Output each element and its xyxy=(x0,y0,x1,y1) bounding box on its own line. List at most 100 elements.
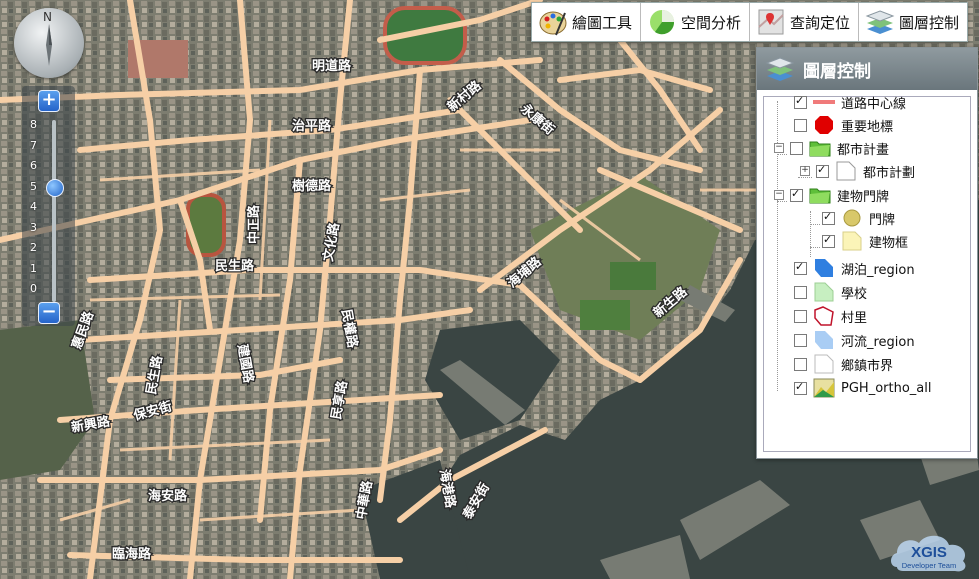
road-label: 民生路 xyxy=(215,258,255,274)
spatial-analysis-button[interactable]: 空間分析 xyxy=(641,3,751,41)
raster-icon xyxy=(813,378,835,398)
red-outline-polygon-icon xyxy=(814,306,834,326)
road-label: 明道路 xyxy=(312,58,352,74)
layer-row-lake-region[interactable]: 湖泊_region xyxy=(794,257,915,279)
analysis-icon xyxy=(650,10,675,35)
layer-checkbox[interactable] xyxy=(794,357,807,371)
query-locate-label: 查詢定位 xyxy=(790,13,851,32)
zoom-tick: 1 xyxy=(30,262,37,275)
zoom-tick: 2 xyxy=(30,241,37,254)
zoom-tick: 0 xyxy=(30,282,37,295)
layer-checkbox[interactable] xyxy=(794,309,807,323)
main-toolbar: 繪圖工具 空間分析 查詢定位 圖層控制 xyxy=(531,2,969,42)
layer-label: 門牌 xyxy=(869,212,896,228)
layer-row-building-outline[interactable]: 建物框 xyxy=(822,230,908,252)
road-label: 中正路 xyxy=(246,204,262,244)
folder-icon xyxy=(809,188,831,204)
locate-icon xyxy=(758,9,784,35)
layer-checkbox[interactable] xyxy=(816,163,829,178)
layer-control-button[interactable]: 圖層控制 xyxy=(859,3,967,41)
zoom-in-button[interactable]: + xyxy=(38,90,60,112)
green-polygon-icon xyxy=(814,282,834,302)
red-octagon-icon xyxy=(815,116,833,134)
layer-label: 建物框 xyxy=(869,235,909,251)
layer-label: 湖泊_region xyxy=(841,262,915,278)
layer-checkbox[interactable] xyxy=(794,380,807,395)
road-label: 海安路 xyxy=(148,488,188,504)
yellow-circle-icon xyxy=(843,209,861,227)
layer-row-village[interactable]: 村里 xyxy=(794,305,867,327)
zoom-slider-track[interactable] xyxy=(52,120,56,302)
field xyxy=(610,262,656,290)
zoom-tick: 7 xyxy=(30,139,37,152)
page-icon xyxy=(814,354,834,374)
layer-checkbox[interactable] xyxy=(794,333,807,347)
layer-label: 都市計劃 xyxy=(863,165,916,181)
zoom-tick: 6 xyxy=(30,159,37,172)
layer-checkbox[interactable] xyxy=(794,260,807,275)
zoom-tick: 4 xyxy=(30,200,37,213)
zoom-tick: 8 xyxy=(30,118,37,131)
compass-rose[interactable]: N xyxy=(14,8,84,78)
road-line-icon xyxy=(813,100,835,104)
layers-icon xyxy=(765,57,795,81)
north-label: N xyxy=(43,10,52,24)
panel-header: 圖層控制 xyxy=(757,48,977,90)
draw-tools-label: 繪圖工具 xyxy=(572,13,633,32)
xgis-logo: XGIS Developer Team xyxy=(891,535,966,572)
query-locate-button[interactable]: 查詢定位 xyxy=(750,3,860,41)
compass-needle-icon xyxy=(46,24,52,66)
zoom-slider-thumb[interactable] xyxy=(46,179,64,197)
collapse-toggle[interactable]: − xyxy=(774,190,784,200)
folder-icon xyxy=(809,141,831,157)
layer-label: 河流_region xyxy=(841,334,915,350)
road-label: 臨海路 xyxy=(112,546,152,562)
layer-row-urban-plan[interactable]: + 都市計劃 xyxy=(800,160,915,182)
layer-checkbox[interactable] xyxy=(790,141,803,155)
expand-toggle[interactable]: + xyxy=(800,166,810,176)
collapse-toggle[interactable]: − xyxy=(774,143,784,153)
layer-row-township-boundary[interactable]: 鄉鎮市界 xyxy=(794,353,893,375)
panel-title: 圖層控制 xyxy=(803,61,871,82)
zoom-tick: 3 xyxy=(30,221,37,234)
layer-tree: 道路中心線 重要地標 − 都市計畫 + 都市計劃 − 建物門牌 xyxy=(763,94,971,452)
layer-row-urban-plan-group[interactable]: − 都市計畫 xyxy=(774,137,889,159)
layer-label: 重要地標 xyxy=(841,119,894,135)
layer-label: 都市計畫 xyxy=(837,142,890,158)
layer-label: 學校 xyxy=(841,286,868,302)
zoom-out-button[interactable]: − xyxy=(38,302,60,324)
layer-checkbox[interactable] xyxy=(794,94,807,109)
lightblue-polygon-icon xyxy=(815,331,833,349)
yellow-polygon-icon xyxy=(842,231,862,251)
layer-row-building-address-group[interactable]: − 建物門牌 xyxy=(774,184,889,206)
layer-checkbox[interactable] xyxy=(822,233,835,248)
blue-polygon-icon xyxy=(815,259,833,277)
road-label: 治平路 xyxy=(292,118,332,134)
layer-checkbox[interactable] xyxy=(822,210,835,225)
layer-row-address[interactable]: 門牌 xyxy=(822,207,895,229)
field xyxy=(580,300,630,330)
xgis-subtitle: Developer Team xyxy=(902,561,956,570)
layer-checkbox[interactable] xyxy=(794,118,807,132)
layer-label: 建物門牌 xyxy=(837,189,890,205)
layer-row-orthophoto[interactable]: PGH_ortho_all xyxy=(794,377,931,399)
layer-row-school[interactable]: 學校 xyxy=(794,281,867,303)
layer-row-road-centerline[interactable]: 道路中心線 xyxy=(794,91,906,113)
layer-checkbox[interactable] xyxy=(794,285,807,299)
layer-label: 村里 xyxy=(841,310,868,326)
layer-row-river-region[interactable]: 河流_region xyxy=(794,329,915,351)
layers-icon xyxy=(865,10,895,34)
xgis-title: XGIS xyxy=(911,544,947,561)
layer-row-landmark[interactable]: 重要地標 xyxy=(794,114,893,136)
layer-control-panel: 圖層控制 道路中心線 重要地標 − 都市計畫 + 都 xyxy=(756,47,978,459)
zoom-control: + 8 7 6 5 4 3 2 1 0 − xyxy=(22,86,75,326)
layer-label: 鄉鎮市界 xyxy=(841,358,894,374)
layer-label: PGH_ortho_all xyxy=(841,380,932,396)
layer-checkbox[interactable] xyxy=(790,187,803,202)
page-icon xyxy=(836,161,856,181)
layer-label: 道路中心線 xyxy=(841,96,907,112)
layer-control-label: 圖層控制 xyxy=(899,13,960,32)
draw-tools-button[interactable]: 繪圖工具 xyxy=(532,3,642,41)
road-label: 樹德路 xyxy=(292,178,332,194)
spatial-analysis-label: 空間分析 xyxy=(681,13,742,32)
